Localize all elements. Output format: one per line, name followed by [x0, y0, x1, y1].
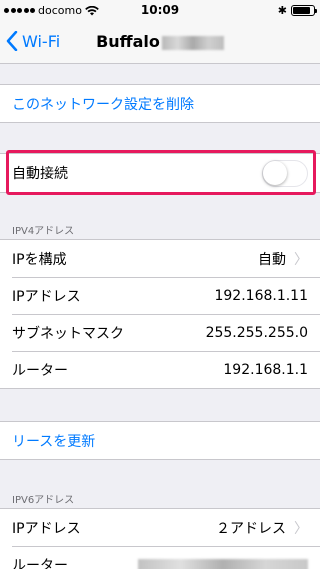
row-value: ２アドレス: [216, 520, 286, 537]
ip-address-row: IPアドレス 192.168.1.11: [0, 277, 320, 314]
subnet-mask-row: サブネットマスク 255.255.255.0: [0, 314, 320, 351]
network-name: Buffalo: [96, 32, 160, 51]
forget-network-label: このネットワーク設定を削除: [12, 96, 194, 113]
redacted-router-value: [138, 558, 308, 569]
row-value: 192.168.1.11: [214, 287, 308, 304]
status-bar: docomo 10:09 ✱: [0, 0, 320, 20]
chevron-right-icon: 〉: [294, 520, 308, 537]
page-title: Buffalo: [0, 32, 320, 51]
battery-icon: [291, 5, 317, 16]
row-label: IPアドレス: [12, 520, 81, 537]
row-label: IPアドレス: [12, 288, 81, 305]
row-label: ルーター: [12, 557, 68, 569]
router-row: ルーター 192.168.1.1: [0, 351, 320, 388]
renew-section: リースを更新: [0, 421, 320, 460]
status-right: ✱: [277, 4, 317, 17]
renew-lease-label: リースを更新: [12, 433, 96, 450]
status-time: 10:09: [140, 3, 180, 17]
ipv6-address-row[interactable]: IPアドレス ２アドレス 〉: [0, 509, 320, 546]
ipv4-header: IPV4アドレス: [12, 226, 75, 237]
row-value: 255.255.255.0: [205, 324, 308, 341]
redacted-network-suffix: [161, 35, 224, 50]
forget-network-button[interactable]: このネットワーク設定を削除: [0, 85, 320, 122]
row-label: ルーター: [12, 362, 68, 379]
renew-lease-button[interactable]: リースを更新: [0, 422, 320, 459]
ipv6-router-row: ルーター: [0, 546, 320, 569]
bluetooth-icon: ✱: [277, 4, 287, 17]
ip-config-row[interactable]: IPを構成 自動 〉: [0, 240, 320, 277]
ipv6-section: IPアドレス ２アドレス 〉 ルーター: [0, 508, 320, 569]
highlight-frame: [6, 150, 316, 195]
row-value: 192.168.1.1: [223, 361, 308, 378]
ipv4-section: IPを構成 自動 〉 IPアドレス 192.168.1.11 サブネットマスク …: [0, 239, 320, 389]
navigation-bar: Wi-Fi Buffalo: [0, 20, 320, 64]
row-value: 自動: [258, 251, 286, 268]
chevron-right-icon: 〉: [294, 251, 308, 268]
ipv6-header: IPV6アドレス: [12, 495, 75, 506]
row-label: サブネットマスク: [12, 325, 124, 342]
row-label: IPを構成: [12, 251, 67, 268]
forget-section: このネットワーク設定を削除: [0, 84, 320, 123]
